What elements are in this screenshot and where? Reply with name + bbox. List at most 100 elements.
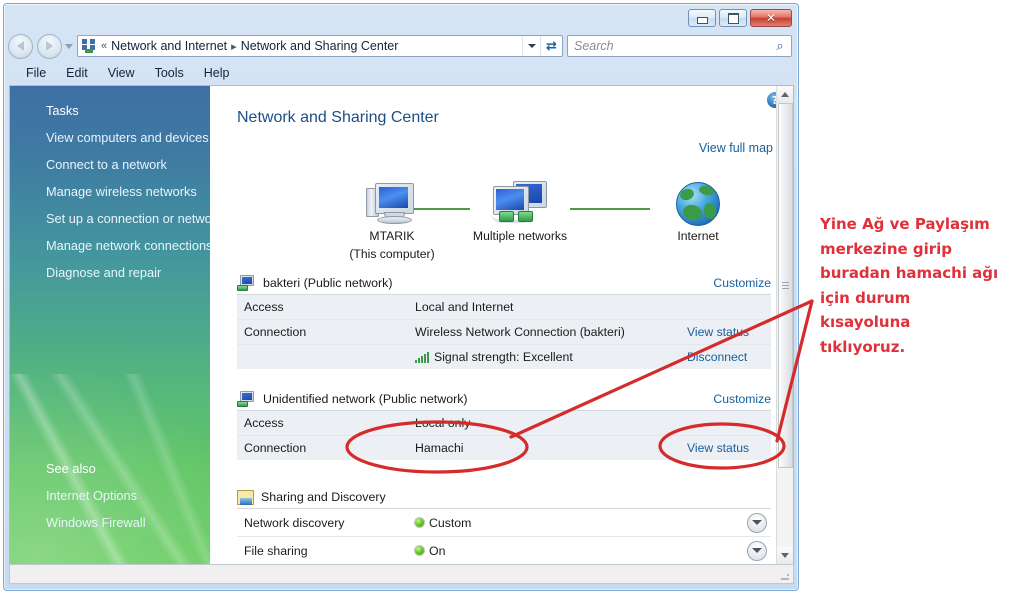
title-bar: ✕ [4,4,798,30]
sharing-label: Network discovery [244,515,345,530]
chevron-down-icon [752,520,762,525]
detail-value-wrap: Signal strength: Excellent [415,350,687,364]
annotation-line-2: merkezine girip [820,239,953,258]
signal-strength-text: Signal strength: Excellent [434,350,573,364]
map-link-2 [570,208,650,210]
address-bar[interactable]: « Network and Internet ▸ Network and Sha… [77,35,563,57]
back-button[interactable] [8,33,33,59]
chevron-up-icon [781,92,789,97]
expand-file-sharing-button[interactable] [747,540,767,561]
search-icon[interactable]: ⌕ [769,38,791,54]
maximize-button[interactable] [719,9,747,27]
expand-network-discovery-button[interactable] [747,512,767,533]
menu-item-file[interactable]: File [16,65,56,81]
menu-item-tools[interactable]: Tools [145,65,194,81]
disconnect-link[interactable]: Disconnect [687,350,771,364]
signal-strength-icon [415,351,429,363]
address-dropdown-button[interactable] [522,36,540,56]
annotation-line-4: için durum [820,288,911,307]
globe-icon [676,182,720,226]
sharing-icon [237,489,254,505]
detail-label: Access [244,416,284,430]
detail-row: Connection Wireless Network Connection (… [237,320,771,345]
sharing-status-wrap: Custom [415,516,747,530]
vertical-scrollbar[interactable] [776,86,793,564]
sharing-and-discovery-section: Sharing and Discovery Network discovery … [237,486,771,564]
breadcrumb-item-network-and-internet[interactable]: Network and Internet [111,39,227,53]
sharing-rows: Network discovery Custom File sharing On [237,509,771,564]
sidebar-heading-see-also: See also [46,461,96,476]
scroll-down-button[interactable] [777,547,793,564]
scrollbar-grip-icon [782,285,789,286]
network-section-bakteri: bakteri (Public network) Customize Acces… [237,272,771,369]
resize-grip-icon[interactable] [779,570,791,582]
sidebar-item-windows-firewall[interactable]: Windows Firewall [10,509,210,536]
sidebar-heading-tasks: Tasks [46,103,79,118]
network-map: MTARIK (This computer) Multiple networks… [237,166,771,261]
search-input[interactable] [568,38,769,54]
breadcrumb[interactable]: « Network and Internet ▸ Network and Sha… [78,36,522,56]
annotation-line-3: buradan hamachi ağı [820,264,999,282]
detail-label: Connection [244,325,307,339]
annotation-line-5: kısayoluna [820,313,911,331]
breadcrumb-overflow-icon[interactable]: « [100,40,108,52]
sidebar-item-manage-network-connections[interactable]: Manage network connections [10,232,210,259]
view-status-link-hamachi[interactable]: View status [687,441,771,455]
sharing-section-header: Sharing and Discovery [237,486,771,509]
sidebar-item-internet-options[interactable]: Internet Options [10,482,210,509]
sharing-row-file-sharing: File sharing On [237,537,771,564]
annotation-line-1: Yine Ağ ve Paylaşım [820,215,990,233]
status-dot-green [415,518,424,527]
network-section-header: Unidentified network (Public network) Cu… [237,388,771,411]
sidebar-see-also-group: See also Internet Options Windows Firewa… [10,452,210,536]
forward-button[interactable] [37,33,62,59]
sharing-row-network-discovery: Network discovery Custom [237,509,771,537]
menu-item-view[interactable]: View [98,65,145,81]
chevron-down-icon [781,553,789,558]
breadcrumb-item-network-and-sharing-center[interactable]: Network and Sharing Center [241,39,399,53]
view-full-map-link[interactable]: View full map [699,141,773,155]
network-detail-rows: Access Local only Connection Hamachi Vie… [237,411,771,460]
map-node-multiple-networks[interactable]: Multiple networks [470,180,570,244]
refresh-button[interactable]: ⇄ [540,36,562,56]
network-section-unidentified: Unidentified network (Public network) Cu… [237,388,771,460]
search-box[interactable]: ⌕ [567,35,792,57]
sidebar: Tasks View computers and devices Connect… [10,86,210,564]
connection-value-hamachi: Hamachi [415,441,464,455]
customize-link[interactable]: Customize [713,276,771,290]
window-controls: ✕ [688,9,792,27]
chevron-down-icon [752,548,762,553]
detail-value: Local and Internet [415,300,514,314]
network-computer-icon [237,275,256,291]
status-badge: Custom [429,515,472,530]
scroll-up-button[interactable] [777,86,793,103]
menu-bar: File Edit View Tools Help [4,62,798,84]
sidebar-item-view-computers-and-devices[interactable]: View computers and devices [10,124,210,151]
recent-pages-chevron-down-icon[interactable] [65,43,73,49]
chevron-right-icon [46,41,53,51]
customize-link[interactable]: Customize [713,392,771,406]
view-status-link-bakteri[interactable]: View status [687,325,771,339]
minimize-icon [696,17,708,24]
computer-icon [364,182,420,226]
refresh-icon: ⇄ [546,38,557,53]
chevron-left-icon [17,41,24,51]
detail-value: Wireless Network Connection (bakteri) [415,325,625,339]
sidebar-item-manage-wireless-networks[interactable]: Manage wireless networks [10,178,210,205]
menu-item-edit[interactable]: Edit [56,65,98,81]
sidebar-item-set-up-a-connection-or-network[interactable]: Set up a connection or network [10,205,210,232]
detail-row: Connection Hamachi View status [237,436,771,460]
menu-item-help[interactable]: Help [194,65,240,81]
client-area: Tasks View computers and devices Connect… [9,85,794,565]
sharing-title: Sharing and Discovery [261,490,386,504]
detail-label: Access [244,300,284,314]
close-button[interactable]: ✕ [750,9,792,27]
map-node-this-computer[interactable]: MTARIK (This computer) [332,182,452,262]
map-node-internet[interactable]: Internet [650,182,746,244]
status-bar [9,564,794,584]
sidebar-item-diagnose-and-repair[interactable]: Diagnose and repair [10,259,210,286]
minimize-button[interactable] [688,9,716,27]
sidebar-item-connect-to-a-network[interactable]: Connect to a network [10,151,210,178]
map-node-label: MTARIK [369,229,415,243]
scrollbar-thumb[interactable] [778,103,793,468]
